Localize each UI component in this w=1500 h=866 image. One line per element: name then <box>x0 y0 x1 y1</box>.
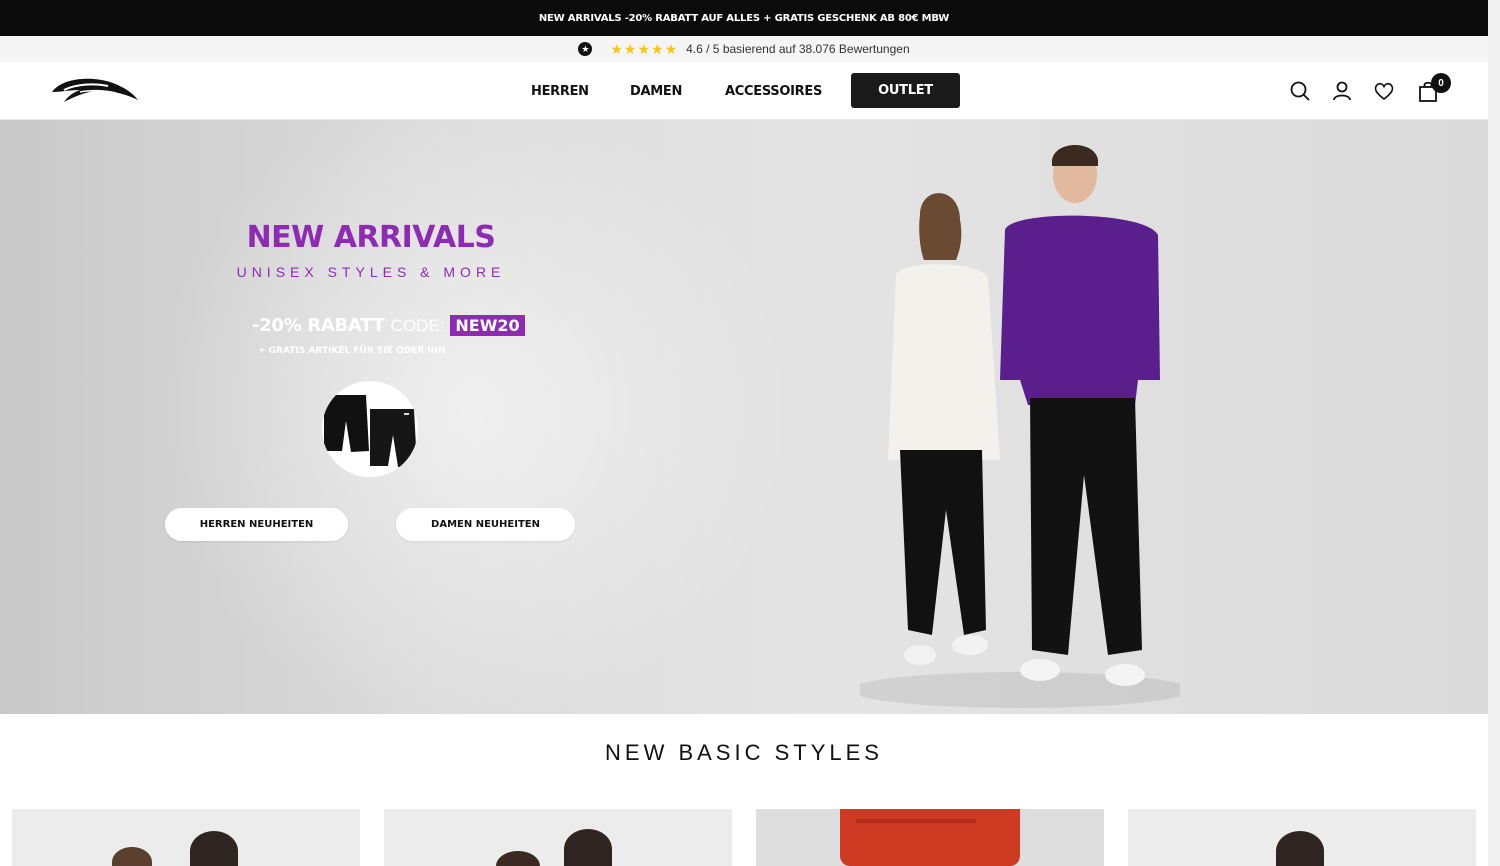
product-image <box>112 847 152 866</box>
nav-outlet[interactable]: OUTLET <box>851 73 960 108</box>
promo-gift-min: | AB 80€ <box>448 346 488 356</box>
promo-gift: + GRATIS ARTIKEL FÜR SIE ODER IHN | AB 8… <box>258 346 487 356</box>
product-image <box>840 809 1020 866</box>
brand-logo[interactable] <box>50 74 140 106</box>
promo-gift-text: + GRATIS ARTIKEL FÜR SIE ODER IHN <box>258 346 446 356</box>
herren-neuheiten-button[interactable]: HERREN NEUHEITEN <box>165 508 348 541</box>
product-card[interactable] <box>12 809 360 866</box>
account-icon[interactable] <box>1331 80 1353 102</box>
promo-line: -20% RABATT CODE: NEW20 <box>252 315 525 336</box>
nav-accessoires[interactable]: ACCESSOIRES <box>725 84 822 99</box>
trust-badge-icon: ★ <box>578 42 593 56</box>
product-card[interactable] <box>756 809 1104 866</box>
rating-bar: ★ ★★★★★ 4.6 / 5 basierend auf 38.076 Bew… <box>0 36 1488 62</box>
nav-damen[interactable]: DAMEN <box>630 84 682 99</box>
rating-text: 4.6 / 5 basierend auf 38.076 Bewertungen <box>686 42 910 56</box>
damen-neuheiten-button[interactable]: DAMEN NEUHEITEN <box>396 508 575 541</box>
promo-discount: -20% RABATT <box>252 315 385 336</box>
product-image <box>496 851 540 866</box>
hero-banner[interactable]: NEW ARRIVALS UNISEX STYLES & MORE -20% R… <box>0 120 1488 714</box>
product-image <box>190 831 238 866</box>
product-image-detail <box>856 819 976 823</box>
hero-subtitle: UNISEX STYLES & MORE <box>236 264 506 280</box>
product-image <box>564 829 612 866</box>
promo-code: NEW20 <box>450 315 525 336</box>
announcement-text: NEW ARRIVALS -20% RABATT AUF ALLES + GRA… <box>538 12 950 24</box>
gift-product-image <box>322 381 418 477</box>
cart-count-badge: 0 <box>1431 73 1451 93</box>
heart-icon[interactable] <box>1373 80 1395 102</box>
product-card[interactable] <box>1128 809 1476 866</box>
product-image <box>1276 831 1324 866</box>
hero-backdrop <box>120 120 820 714</box>
scrollbar[interactable] <box>1488 0 1500 866</box>
site-header: HERREN DAMEN ACCESSOIRES OUTLET 0 <box>0 62 1488 120</box>
product-card[interactable] <box>384 809 732 866</box>
search-icon[interactable] <box>1289 80 1311 102</box>
promo-code-label: CODE: <box>390 315 445 335</box>
announcement-bar: NEW ARRIVALS -20% RABATT AUF ALLES + GRA… <box>0 0 1488 36</box>
nav-herren[interactable]: HERREN <box>531 84 589 99</box>
hero-models-image <box>860 145 1180 708</box>
rating-stars: ★★★★★ <box>610 40 679 57</box>
hero-title: NEW ARRIVALS <box>246 220 496 255</box>
section-title: NEW BASIC STYLES <box>605 740 883 765</box>
